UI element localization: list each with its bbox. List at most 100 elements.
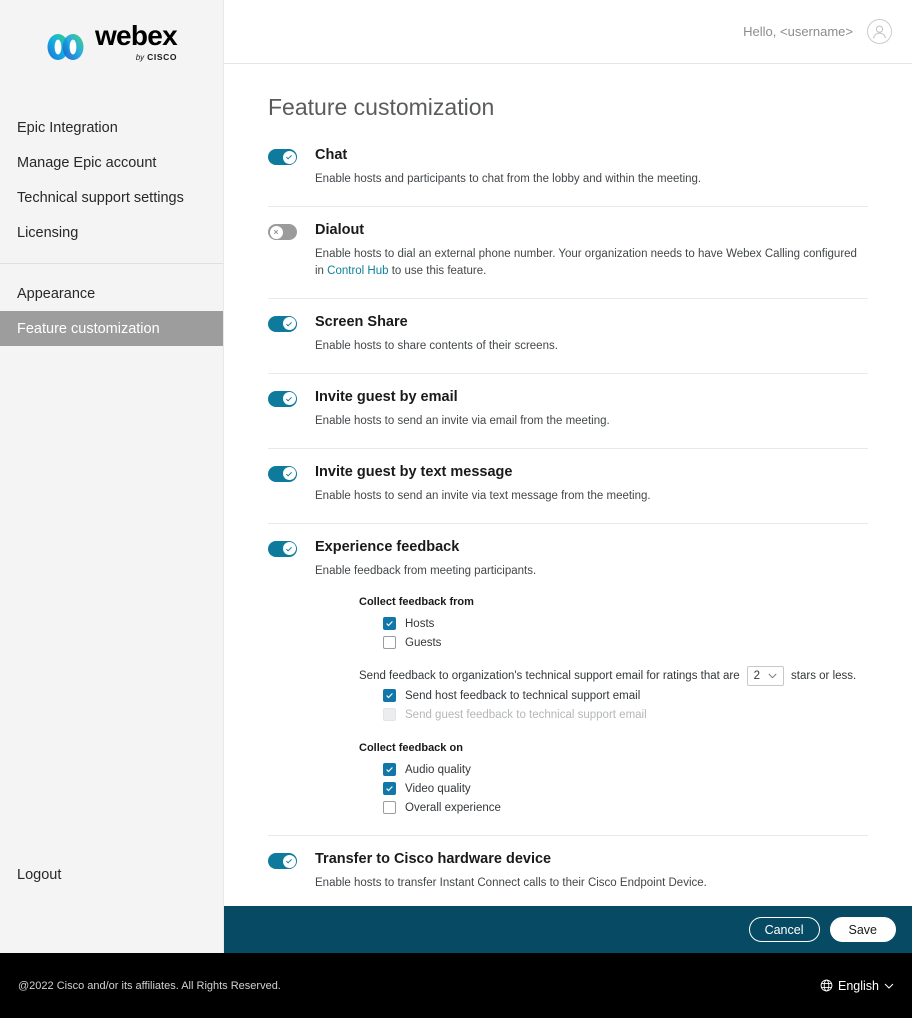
- checkbox-label: Send host feedback to technical support …: [405, 689, 641, 702]
- cancel-button[interactable]: Cancel: [748, 917, 820, 942]
- checkbox-row-video-quality[interactable]: Video quality: [359, 779, 868, 798]
- sidebar-item-appearance[interactable]: Appearance: [0, 276, 223, 311]
- checkbox-label: Audio quality: [405, 763, 471, 776]
- toggle-knob-check-icon: [282, 467, 296, 481]
- toggle-knob-check-icon: [282, 150, 296, 164]
- checkbox-empty-icon: [383, 636, 396, 650]
- sidebar-item-technical-support-settings[interactable]: Technical support settings: [0, 180, 223, 215]
- collect-feedback-on-heading: Collect feedback on: [359, 742, 463, 755]
- save-button[interactable]: Save: [829, 917, 896, 942]
- feature-description-part2: to use this feature.: [388, 265, 487, 278]
- sidebar-item-licensing[interactable]: Licensing: [0, 215, 223, 250]
- page-footer: @2022 Cisco and/or its affiliates. All R…: [0, 953, 912, 1018]
- language-label: English: [838, 978, 879, 993]
- copyright-text: @2022 Cisco and/or its affiliates. All R…: [18, 979, 281, 992]
- toggle-knob-check-icon: [282, 392, 296, 406]
- toggle-knob-check-icon: [282, 854, 296, 868]
- sidebar-nav: Epic Integration Manage Epic account Tec…: [0, 110, 223, 346]
- chevron-down-icon: [768, 673, 777, 679]
- feature-row-invite-guest-by-text-message: Invite guest by text message Enable host…: [268, 449, 868, 524]
- toggle-chat[interactable]: [268, 149, 297, 165]
- feature-row-transfer-to-cisco-hardware-device: Transfer to Cisco hardware device Enable…: [268, 836, 868, 906]
- sidebar-item-label: Licensing: [17, 224, 79, 241]
- rating-threshold-row: Send feedback to organization's technica…: [359, 666, 868, 687]
- feature-description: Enable hosts to send an invite via text …: [315, 490, 651, 503]
- checkbox-label: Video quality: [405, 782, 471, 795]
- feature-description: Enable hosts to transfer Instant Connect…: [315, 877, 707, 890]
- collect-feedback-from-heading: Collect feedback from: [359, 596, 474, 609]
- main-content: Feature customization Chat Enable hosts …: [224, 64, 912, 906]
- toggle-screen-share[interactable]: [268, 315, 297, 332]
- top-header: Hello, <username>: [224, 0, 912, 64]
- sidebar-item-epic-integration[interactable]: Epic Integration: [0, 110, 223, 145]
- checkbox-check-icon: [383, 763, 396, 777]
- checkbox-check-icon: [383, 782, 396, 796]
- feature-title: Experience feedback: [315, 538, 460, 555]
- checkbox-row-overall-experience[interactable]: Overall experience: [359, 798, 868, 817]
- sidebar-item-label: Appearance: [17, 285, 96, 302]
- toggle-knob-check-icon: [282, 542, 296, 556]
- sidebar-item-label: Manage Epic account: [17, 154, 157, 171]
- checkbox-row-guests[interactable]: Guests: [359, 633, 868, 652]
- globe-icon: [820, 979, 833, 992]
- collect-feedback-from-group: Collect feedback from Hosts Guests Send …: [315, 596, 868, 724]
- feature-description: Enable hosts to send an invite via email…: [315, 415, 610, 428]
- toggle-invite-guest-by-email[interactable]: [268, 390, 297, 407]
- language-selector[interactable]: English: [820, 979, 894, 993]
- checkbox-empty-icon: [383, 801, 396, 815]
- sidebar: webex by CISCO Epic Integration Manage E…: [0, 0, 224, 953]
- collect-feedback-on-group: Collect feedback on Audio quality Video …: [315, 742, 868, 817]
- checkbox-row-send-guest-feedback: Send guest feedback to technical support…: [359, 705, 868, 724]
- logo-byline-prefix: by: [135, 53, 145, 62]
- rating-text-after: stars or less.: [791, 670, 857, 683]
- sidebar-item-manage-epic-account[interactable]: Manage Epic account: [0, 145, 223, 180]
- action-bar: Cancel Save: [224, 906, 912, 953]
- feature-title: Chat: [315, 147, 348, 163]
- toggle-knob-check-icon: [282, 317, 296, 331]
- feature-title: Dialout: [315, 222, 365, 239]
- feature-row-screen-share: Screen Share Enable hosts to share conte…: [268, 299, 868, 374]
- feature-row-experience-feedback: Experience feedback Enable feedback from…: [268, 524, 868, 837]
- feature-title: Invite guest by text message: [315, 463, 513, 480]
- logo-byline-name: CISCO: [147, 52, 178, 62]
- app-root: webex by CISCO Epic Integration Manage E…: [0, 0, 912, 1018]
- feature-row-dialout: Dialout Enable hosts to dial an external…: [268, 207, 868, 299]
- page-title: Feature customization: [268, 94, 495, 120]
- checkbox-check-icon: [383, 689, 396, 703]
- logo-wordmark: webex: [94, 20, 178, 51]
- greeting-text: Hello, <username>: [743, 24, 853, 39]
- feature-row-chat: Chat Enable hosts and participants to ch…: [268, 127, 868, 208]
- rating-threshold-select[interactable]: 2: [746, 666, 785, 687]
- toggle-dialout[interactable]: [268, 224, 297, 241]
- toggle-knob-close-icon: [269, 225, 283, 239]
- checkbox-label: Guests: [405, 636, 442, 649]
- sidebar-item-feature-customization[interactable]: Feature customization: [0, 311, 223, 346]
- checkbox-row-send-host-feedback[interactable]: Send host feedback to technical support …: [359, 686, 868, 705]
- feature-description: Enable hosts to dial an external phone n…: [315, 246, 868, 279]
- toggle-invite-guest-by-text-message[interactable]: [268, 465, 297, 482]
- sidebar-item-label: Technical support settings: [17, 189, 184, 206]
- sidebar-divider: [0, 263, 223, 264]
- logout-button[interactable]: Logout: [17, 867, 61, 883]
- sidebar-item-label: Feature customization: [17, 320, 160, 337]
- feature-title: Invite guest by email: [315, 388, 458, 405]
- webex-rings-icon: [47, 34, 84, 60]
- chevron-down-icon: [884, 983, 894, 989]
- checkbox-row-hosts[interactable]: Hosts: [359, 614, 868, 633]
- rating-threshold-value: 2: [753, 670, 761, 683]
- feature-description: Enable feedback from meeting participant…: [315, 565, 537, 578]
- user-avatar-icon[interactable]: [867, 19, 892, 44]
- checkbox-label: Hosts: [405, 617, 435, 630]
- sidebar-item-label: Epic Integration: [17, 119, 118, 136]
- webex-logo: webex by CISCO: [0, 0, 223, 68]
- rating-text-before: Send feedback to organization's technica…: [359, 670, 740, 683]
- feature-description: Enable hosts to share contents of their …: [315, 340, 558, 353]
- control-hub-link[interactable]: Control Hub: [327, 265, 388, 277]
- checkbox-disabled-icon: [383, 708, 396, 722]
- toggle-transfer-to-cisco-hardware-device[interactable]: [268, 853, 297, 870]
- toggle-experience-feedback[interactable]: [268, 540, 297, 557]
- feature-title: Transfer to Cisco hardware device: [315, 851, 552, 868]
- logo-byline: by CISCO: [136, 52, 177, 62]
- checkbox-row-audio-quality[interactable]: Audio quality: [359, 760, 868, 779]
- feature-title: Screen Share: [315, 313, 408, 330]
